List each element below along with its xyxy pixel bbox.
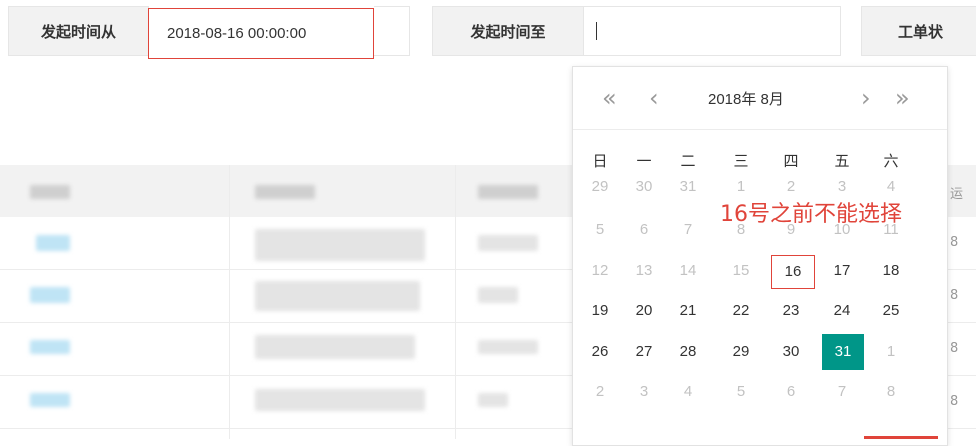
prev-month-icon[interactable]: ‹	[649, 84, 659, 112]
year-month-title[interactable]: 2018年 8月	[708, 88, 784, 109]
calendar-day[interactable]: 3	[624, 376, 664, 408]
calendar-day[interactable]: 2	[580, 376, 620, 408]
column-divider	[455, 165, 456, 439]
calendar-day[interactable]: 7	[822, 376, 862, 408]
calendar-day[interactable]: 26	[580, 336, 620, 368]
table-edge-text: 8	[950, 235, 959, 250]
calendar-day[interactable]: 18	[871, 255, 911, 287]
date-picker-popup: « ‹ 2018年 8月 › » 日一二三四五六 29 30 31 1 2 3 4 5 6 7 8 9 1…	[572, 66, 948, 446]
annotation-text: 16号之前不能选择	[720, 202, 902, 227]
blurred-header-cell	[255, 185, 315, 199]
start-time-label: 发起时间从	[8, 6, 149, 56]
blurred-cell	[255, 335, 415, 359]
calendar-day: 7	[683, 221, 693, 238]
blurred-cell	[478, 287, 518, 303]
calendar-day: 14	[679, 262, 697, 279]
calendar-day[interactable]: 1	[871, 336, 911, 368]
calendar-day[interactable]: 8	[871, 376, 911, 408]
date-picker-header: « ‹ 2018年 8月 › »	[573, 67, 947, 130]
calendar-day[interactable]: 19	[580, 295, 620, 327]
next-month-icon[interactable]: ›	[861, 84, 871, 112]
blurred-cell	[478, 235, 538, 251]
calendar-day[interactable]: 6	[771, 376, 811, 408]
calendar-day[interactable]: 29	[721, 336, 761, 368]
calendar-day[interactable]: 31	[822, 334, 864, 370]
calendar-day: 6	[639, 221, 649, 238]
table-edge-text: 8	[950, 341, 959, 356]
next-year-icon[interactable]: »	[895, 84, 910, 112]
calendar-day[interactable]: 30	[771, 336, 811, 368]
calendar-day[interactable]: 4	[668, 376, 708, 408]
calendar-day[interactable]: 22	[721, 295, 761, 327]
start-time-input-frame	[374, 6, 410, 56]
calendar-day[interactable]: 28	[668, 336, 708, 368]
table-edge-text: 运	[950, 187, 964, 202]
calendar-day: 12	[591, 262, 609, 279]
calendar-day[interactable]: 30	[624, 171, 664, 203]
start-time-input[interactable]: 2018-08-16 00:00:00	[148, 8, 374, 59]
blurred-cell	[36, 235, 70, 251]
calendar-day[interactable]: 25	[871, 295, 911, 327]
blurred-header-cell	[478, 185, 538, 199]
start-time-value: 2018-08-16 00:00:00	[167, 25, 307, 42]
text-caret	[596, 22, 597, 40]
blurred-header-cell	[30, 185, 70, 199]
blurred-cell	[30, 340, 70, 354]
calendar-day: 5	[595, 221, 605, 238]
ticket-status-label: 工单状	[861, 6, 976, 56]
calendar-day[interactable]: 21	[668, 295, 708, 327]
calendar-day: 15	[732, 262, 750, 279]
blurred-cell	[30, 393, 70, 407]
column-divider	[229, 165, 230, 439]
prev-year-icon[interactable]: «	[602, 84, 617, 112]
calendar-day[interactable]: 20	[624, 295, 664, 327]
calendar-day[interactable]: 17	[822, 255, 862, 287]
calendar-day[interactable]: 31	[668, 171, 708, 203]
calendar-day[interactable]: 29	[580, 171, 620, 203]
end-time-label: 发起时间至	[432, 6, 584, 56]
table-edge-text: 8	[950, 394, 959, 409]
calendar-day[interactable]: 23	[771, 295, 811, 327]
blurred-cell	[478, 340, 538, 354]
calendar-day[interactable]: 16	[771, 255, 815, 289]
calendar-day: 13	[635, 262, 653, 279]
calendar-day[interactable]: 27	[624, 336, 664, 368]
calendar-day[interactable]: 24	[822, 295, 862, 327]
end-time-input[interactable]	[583, 6, 841, 56]
blurred-cell	[478, 393, 508, 407]
blurred-cell	[30, 287, 70, 303]
table-edge-text: 8	[950, 288, 959, 303]
calendar-day[interactable]: 5	[721, 376, 761, 408]
blurred-cell	[255, 389, 425, 411]
blurred-cell	[255, 281, 420, 311]
blurred-cell	[255, 229, 425, 261]
